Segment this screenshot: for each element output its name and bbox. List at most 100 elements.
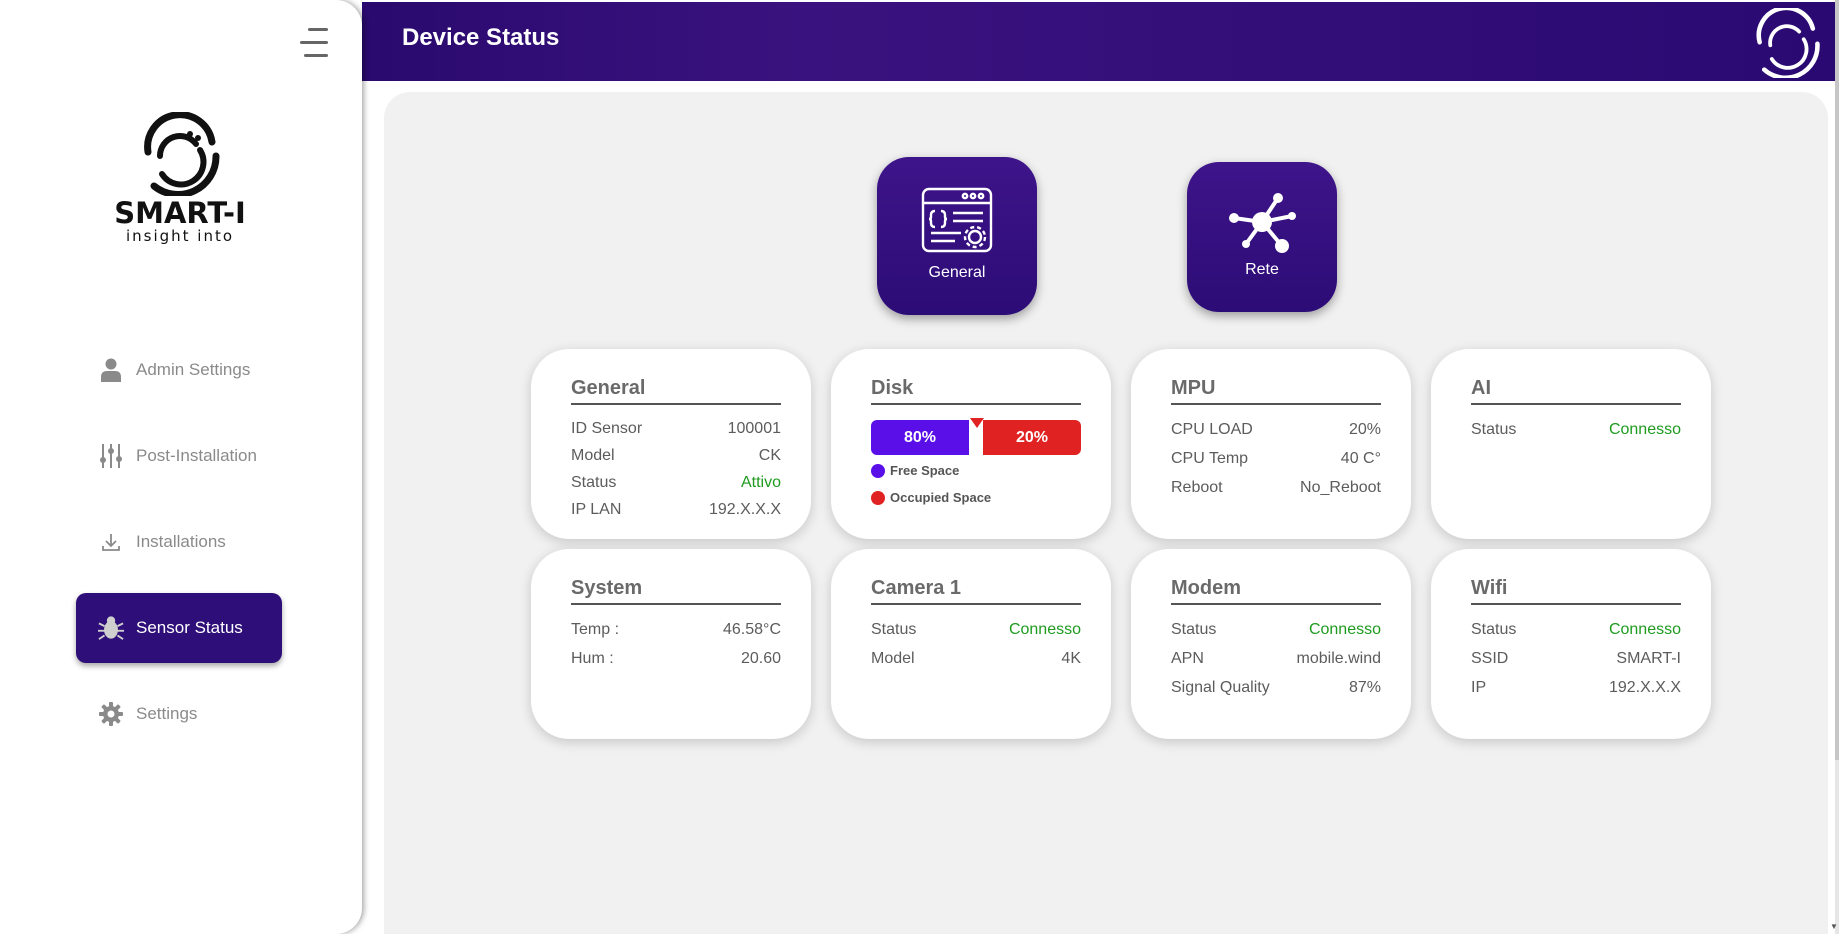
- info-row: Status Connesso: [871, 615, 1081, 644]
- disk-card: Disk 80% 20% Free Space Occupied Space: [831, 349, 1111, 539]
- user-icon: [98, 357, 124, 383]
- bug-icon: [98, 615, 124, 641]
- card-title: System: [571, 571, 781, 605]
- row-value: 192.X.X.X: [708, 501, 781, 518]
- info-row: Signal Quality 87%: [1171, 673, 1381, 702]
- info-row: Status Attivo: [571, 469, 781, 496]
- legend-occupied: Occupied Space: [871, 484, 1081, 511]
- row-label: Model: [871, 650, 915, 667]
- row-value: 20%: [1348, 421, 1381, 438]
- row-label: Status: [571, 474, 617, 491]
- disk-usage-bar: 80% 20%: [871, 418, 1081, 455]
- vertical-scrollbar[interactable]: ▼: [1830, 0, 1839, 934]
- row-label: ID Sensor: [571, 420, 643, 437]
- row-label: CPU LOAD: [1171, 421, 1253, 438]
- row-label: CPU Temp: [1171, 450, 1249, 467]
- row-label: Hum :: [571, 650, 614, 667]
- general-button-label: General: [928, 264, 986, 281]
- gear-icon: [98, 701, 124, 727]
- main-panel: General Rete General ID Sensor 100001 Mo…: [384, 92, 1828, 934]
- scrollbar-thumb[interactable]: [1835, 0, 1839, 760]
- page-title: Device Status: [402, 24, 560, 51]
- network-icon: [1229, 193, 1296, 253]
- sliders-icon: [98, 443, 124, 469]
- row-value: 40 C°: [1340, 450, 1381, 467]
- modem-card: Modem Status Connesso APN mobile.wind Sign…: [1131, 549, 1411, 739]
- info-row: Hum : 20.60: [571, 644, 781, 673]
- download-icon: [98, 529, 124, 555]
- card-title: Wifi: [1471, 571, 1681, 605]
- row-label: Status: [1471, 421, 1517, 438]
- info-row: Status Connesso: [1171, 615, 1381, 644]
- sidebar-item-label: Settings: [136, 704, 198, 723]
- sidebar-item-label: Post-Installation: [136, 446, 257, 465]
- legend-label: Occupied Space: [890, 490, 992, 505]
- row-label: Status: [871, 621, 917, 638]
- row-value: 87%: [1348, 679, 1381, 696]
- general-card: General ID Sensor 100001 Model CK Status At…: [531, 349, 811, 539]
- disk-free-segment: 80%: [871, 420, 969, 455]
- legend-dot-icon: [871, 463, 885, 478]
- sidebar-item-admin-settings[interactable]: Admin Settings: [76, 335, 282, 405]
- status-value: Connesso: [1008, 621, 1081, 638]
- info-row: CPU Temp 40 C°: [1171, 444, 1381, 473]
- card-title: Modem: [1171, 571, 1381, 605]
- row-label: IP LAN: [571, 501, 622, 518]
- row-label: Model: [571, 447, 615, 464]
- row-label: Status: [1171, 621, 1217, 638]
- camera-card: Camera 1 Status Connesso Model 4K: [831, 549, 1111, 739]
- system-card: System Temp : 46.58°C Hum : 20.60: [531, 549, 811, 739]
- wifi-card: Wifi Status Connesso SSID SMART-I IP 192.X.…: [1431, 549, 1711, 739]
- row-label: SSID: [1471, 650, 1509, 667]
- row-value: SMART-I: [1616, 650, 1681, 667]
- row-label: Signal Quality: [1171, 679, 1270, 696]
- mpu-card: MPU CPU LOAD 20% CPU Temp 40 C° Reboot No_R…: [1131, 349, 1411, 539]
- row-value: 46.58°C: [723, 621, 781, 638]
- sidebar-item-sensor-status[interactable]: Sensor Status: [76, 593, 282, 663]
- row-value: 20.60: [740, 650, 781, 667]
- scroll-down-arrow-icon[interactable]: ▼: [1829, 922, 1839, 932]
- row-value: 192.X.X.X: [1608, 679, 1681, 696]
- row-label: Status: [1471, 621, 1517, 638]
- info-row: SSID SMART-I: [1471, 644, 1681, 673]
- row-value: 100001: [727, 420, 781, 437]
- brand-tagline: insight into: [125, 227, 235, 245]
- info-row: Status Connesso: [1471, 615, 1681, 644]
- rete-button[interactable]: Rete: [1187, 162, 1337, 312]
- info-row: IP 192.X.X.X: [1471, 673, 1681, 702]
- brand-mark-icon: [1756, 8, 1820, 78]
- row-value: 4K: [1061, 650, 1081, 667]
- sidebar-item-installations[interactable]: Installations: [76, 507, 282, 577]
- brand-logo: SMART-I insight into: [98, 112, 262, 244]
- rete-button-label: Rete: [1245, 261, 1279, 278]
- row-label: Reboot: [1171, 479, 1223, 496]
- menu-toggle-icon[interactable]: [296, 26, 328, 60]
- top-header: Device Status: [362, 2, 1835, 81]
- info-row: Status Connesso: [1471, 415, 1681, 444]
- sidebar-item-label: Installations: [136, 532, 226, 551]
- row-value: No_Reboot: [1300, 479, 1381, 496]
- info-row: IP LAN 192.X.X.X: [571, 496, 781, 523]
- brand-name: SMART-I: [114, 196, 246, 230]
- general-button[interactable]: General: [877, 157, 1037, 315]
- legend-free: Free Space: [871, 457, 1081, 484]
- status-value: Connesso: [1608, 421, 1681, 438]
- card-title: Disk: [871, 371, 1081, 405]
- legend-dot-icon: [871, 490, 885, 505]
- sidebar: SMART-I insight into Admin Settings Post…: [0, 0, 362, 934]
- card-title: General: [571, 371, 781, 405]
- sidebar-item-settings[interactable]: Settings: [76, 679, 282, 749]
- info-row: Reboot No_Reboot: [1171, 473, 1381, 502]
- row-value: mobile.wind: [1296, 650, 1381, 667]
- legend-label: Free Space: [890, 463, 960, 478]
- disk-marker-icon: [970, 418, 984, 428]
- row-label: IP: [1471, 679, 1487, 696]
- status-value: Connesso: [1308, 621, 1381, 638]
- card-title: AI: [1471, 371, 1681, 405]
- brand-mark-icon: [144, 112, 220, 196]
- sidebar-item-post-installation[interactable]: Post-Installation: [76, 421, 282, 491]
- ai-card: AI Status Connesso: [1431, 349, 1711, 539]
- sidebar-item-label: Admin Settings: [136, 360, 251, 379]
- info-row: Temp : 46.58°C: [571, 615, 781, 644]
- card-title: MPU: [1171, 371, 1381, 405]
